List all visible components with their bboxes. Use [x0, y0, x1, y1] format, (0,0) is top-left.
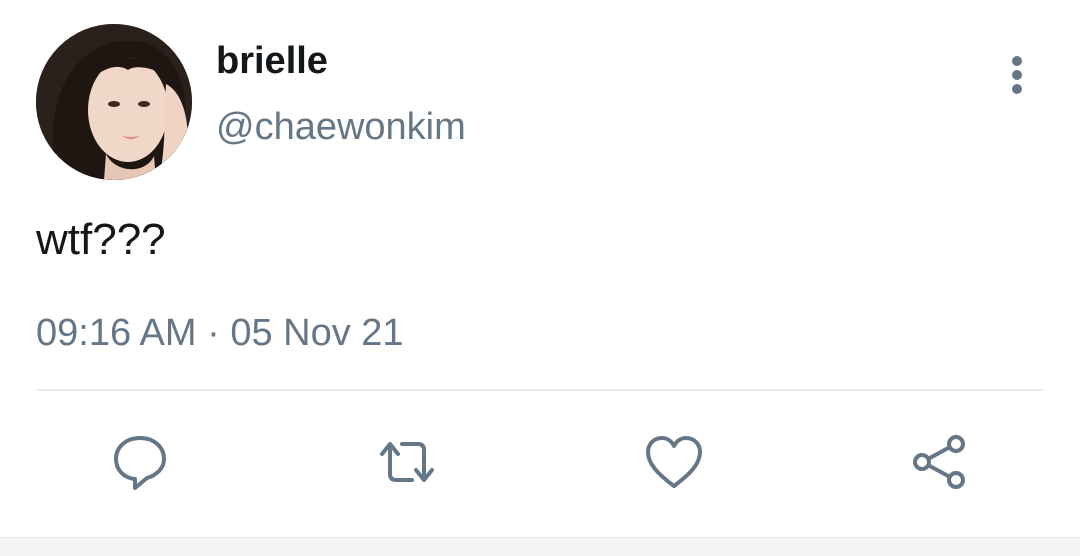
vertical-ellipsis-icon [1012, 56, 1022, 94]
author-handle[interactable]: @chaewonkim [216, 104, 466, 150]
avatar[interactable] [36, 24, 192, 180]
heart-icon [646, 436, 702, 488]
reply-button[interactable] [110, 432, 170, 492]
like-button[interactable] [644, 432, 704, 492]
retweet-button[interactable] [374, 432, 434, 492]
card-bottom-edge [0, 537, 1080, 556]
share-nodes-icon [913, 435, 965, 489]
avatar-photo [36, 24, 192, 180]
retweet-arrows-icon [380, 442, 434, 482]
divider [36, 389, 1044, 391]
tweet-card: brielle @chaewonkim wtf??? 09:16 AM · 05… [0, 0, 1080, 538]
tweet-timestamp[interactable]: 09:16 AM · 05 Nov 21 [36, 310, 404, 356]
tweet-text: wtf??? [36, 215, 166, 264]
speech-bubble-icon [114, 436, 166, 490]
author-display-name[interactable]: brielle [216, 38, 328, 84]
more-options-button[interactable] [996, 52, 1038, 98]
share-button[interactable] [910, 432, 970, 492]
